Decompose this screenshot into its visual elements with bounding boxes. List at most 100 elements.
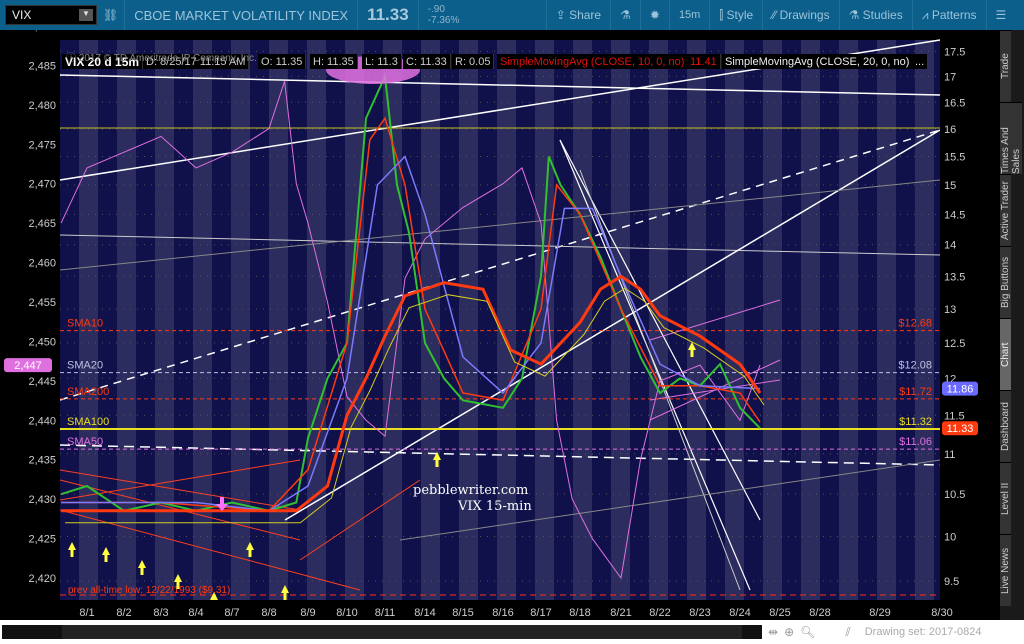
- right-axis-tick: 13.5: [944, 271, 965, 283]
- session-stripe: [155, 40, 174, 600]
- style-button[interactable]: ⫿ Style: [709, 0, 762, 30]
- left-axis-tick: 2,480: [28, 100, 56, 112]
- session-stripe: [269, 40, 288, 600]
- patterns-label: Patterns: [931, 8, 977, 22]
- sidebar-tab-active-trader[interactable]: Active Trader: [1000, 174, 1011, 246]
- x-axis-tick: 8/7: [224, 607, 239, 619]
- chart-area[interactable]: SMA10 $12.68 SMA20 $12.08 SMA200 $11.72 SMA100…: [0, 21, 1000, 620]
- left-axis-tick: 2,485: [28, 60, 56, 72]
- x-axis-tick: 8/22: [649, 607, 670, 619]
- bar-open: O: 11.35: [258, 54, 307, 69]
- bar-close: C: 11.33: [403, 54, 451, 69]
- left-axis-tick: 2,490: [28, 30, 56, 33]
- right-axis-tick: 16: [944, 124, 956, 136]
- drawings-label: Drawings: [779, 8, 830, 22]
- all-time-low-label: prev all-time low: 12/22/1993 ($9.31): [68, 585, 230, 596]
- x-axis-tick: 8/29: [869, 607, 890, 619]
- drawings-button[interactable]: ⁄⁄ Drawings: [762, 0, 838, 30]
- drawing-tool-icon[interactable]: ⫽: [845, 625, 850, 640]
- left-axis-tick: 2,430: [28, 494, 56, 506]
- session-stripe: [839, 40, 858, 600]
- sma10-value: 11.41: [687, 54, 721, 69]
- session-stripe: [345, 40, 364, 600]
- right-axis-tick: 13: [944, 304, 956, 316]
- sidebar-tab-times-and-sales[interactable]: Times And Sales: [1000, 102, 1022, 174]
- chart-svg[interactable]: SMA10 $12.68 SMA20 $12.08 SMA200 $11.72 SMA100…: [0, 21, 1000, 620]
- studies-button[interactable]: ⚗ Studies: [838, 0, 912, 30]
- x-axis-tick: 8/9: [300, 607, 315, 619]
- crosshair-icon[interactable]: ⊕: [784, 625, 794, 639]
- sidebar-tab-trade[interactable]: Trade: [1000, 30, 1011, 102]
- style-label: Style: [726, 8, 754, 22]
- change-value: -.90: [427, 4, 445, 15]
- x-axis-tick: 8/30: [931, 607, 952, 619]
- x-axis-tick: 8/28: [809, 607, 830, 619]
- left-axis-tick: 2,460: [28, 258, 56, 270]
- session-stripe: [725, 40, 744, 600]
- bar-range: R: 0.05: [452, 54, 495, 69]
- right-axis-tick: 12.5: [944, 338, 965, 350]
- x-axis-tick: 8/25: [769, 607, 790, 619]
- x-axis-tick: 8/16: [492, 607, 513, 619]
- candle-icon: ⫿: [719, 7, 727, 22]
- pencil-icon: ⁄⁄: [772, 8, 780, 22]
- flask-icon[interactable]: ⚗: [610, 0, 640, 30]
- gear-icon[interactable]: ✹: [639, 0, 669, 30]
- menu-icon[interactable]: ☰: [985, 0, 1016, 30]
- sidebar-tab-level-ii[interactable]: Level II: [1000, 462, 1011, 534]
- right-axis-tick: 17.5: [944, 46, 965, 58]
- scrollbar-thumb[interactable]: [62, 625, 742, 639]
- level-price-sma200: $11.72: [899, 386, 932, 398]
- horizontal-scrollbar[interactable]: [2, 625, 762, 639]
- sma20-label[interactable]: SimpleMovingAvg (CLOSE, 20, 0, no): [722, 54, 914, 69]
- pan-icon[interactable]: ⇹: [768, 625, 778, 639]
- right-axis-tick: 14.5: [944, 209, 965, 221]
- x-axis-tick: 8/18: [569, 607, 590, 619]
- right-axis-tick: 10.5: [944, 489, 965, 501]
- x-axis-tick: 8/2: [116, 607, 131, 619]
- left-axis-bg: [0, 30, 60, 620]
- session-stripe: [763, 40, 782, 600]
- share-label: Share: [569, 8, 602, 22]
- price-badge-value: 11.33: [947, 423, 974, 435]
- left-axis-tick: 2,440: [28, 415, 56, 427]
- sidebar-tab-live-news[interactable]: Live News: [1000, 534, 1011, 606]
- left-axis-tick: 2,420: [28, 573, 56, 585]
- left-axis-tick: 2,465: [28, 218, 56, 230]
- x-axis-tick: 8/15: [452, 607, 473, 619]
- right-axis-tick: 9.5: [944, 576, 959, 588]
- level-name-sma200: SMA200: [67, 386, 109, 398]
- sma10-label[interactable]: SimpleMovingAvg (CLOSE, 10, 0, no): [497, 54, 689, 69]
- level-name-sma20: SMA20: [67, 360, 103, 372]
- flask-icon: ⚗: [848, 8, 863, 22]
- symbol-value: VIX: [12, 8, 32, 22]
- level-name-sma10: SMA10: [67, 318, 103, 330]
- sidebar-tab-dashboard[interactable]: Dashboard: [1000, 390, 1011, 462]
- patterns-button[interactable]: ⩘ Patterns: [911, 0, 986, 30]
- level-price-sma50: $11.06: [899, 436, 932, 448]
- x-axis-tick: 8/17: [530, 607, 551, 619]
- current-spx-value: 2,447: [14, 360, 42, 372]
- level-price-sma100: $11.32: [899, 416, 932, 428]
- left-axis-tick: 2,455: [28, 297, 56, 309]
- drawing-set[interactable]: Drawing set: 2017-0824: [865, 626, 982, 638]
- session-stripe: [801, 40, 820, 600]
- sidebar-tab-big-buttons[interactable]: Big Buttons: [1000, 246, 1011, 318]
- x-axis-tick: 8/23: [689, 607, 710, 619]
- session-stripe: [307, 40, 326, 600]
- level-name-sma50: SMA50: [67, 436, 103, 448]
- link-icon[interactable]: ⛓: [97, 0, 124, 30]
- last-price: 11.33: [357, 0, 418, 30]
- timeframe-button[interactable]: 15m: [668, 0, 709, 30]
- x-axis-tick: 8/10: [336, 607, 357, 619]
- symbol-description: CBOE MARKET VOLATILITY INDEX: [124, 0, 357, 30]
- chevron-down-icon[interactable]: ▼: [79, 9, 93, 21]
- share-button[interactable]: ⇪ Share: [545, 0, 610, 30]
- sidebar-tab-chart[interactable]: Chart: [1000, 318, 1011, 390]
- x-axis-tick: 8/3: [153, 607, 168, 619]
- right-axis-tick: 15.5: [944, 152, 965, 164]
- zoom-icon[interactable]: 🔍︎: [800, 625, 815, 639]
- symbol-input[interactable]: VIX ▼: [5, 5, 97, 25]
- studies-label: Studies: [862, 8, 903, 22]
- more-studies[interactable]: ...: [912, 54, 928, 69]
